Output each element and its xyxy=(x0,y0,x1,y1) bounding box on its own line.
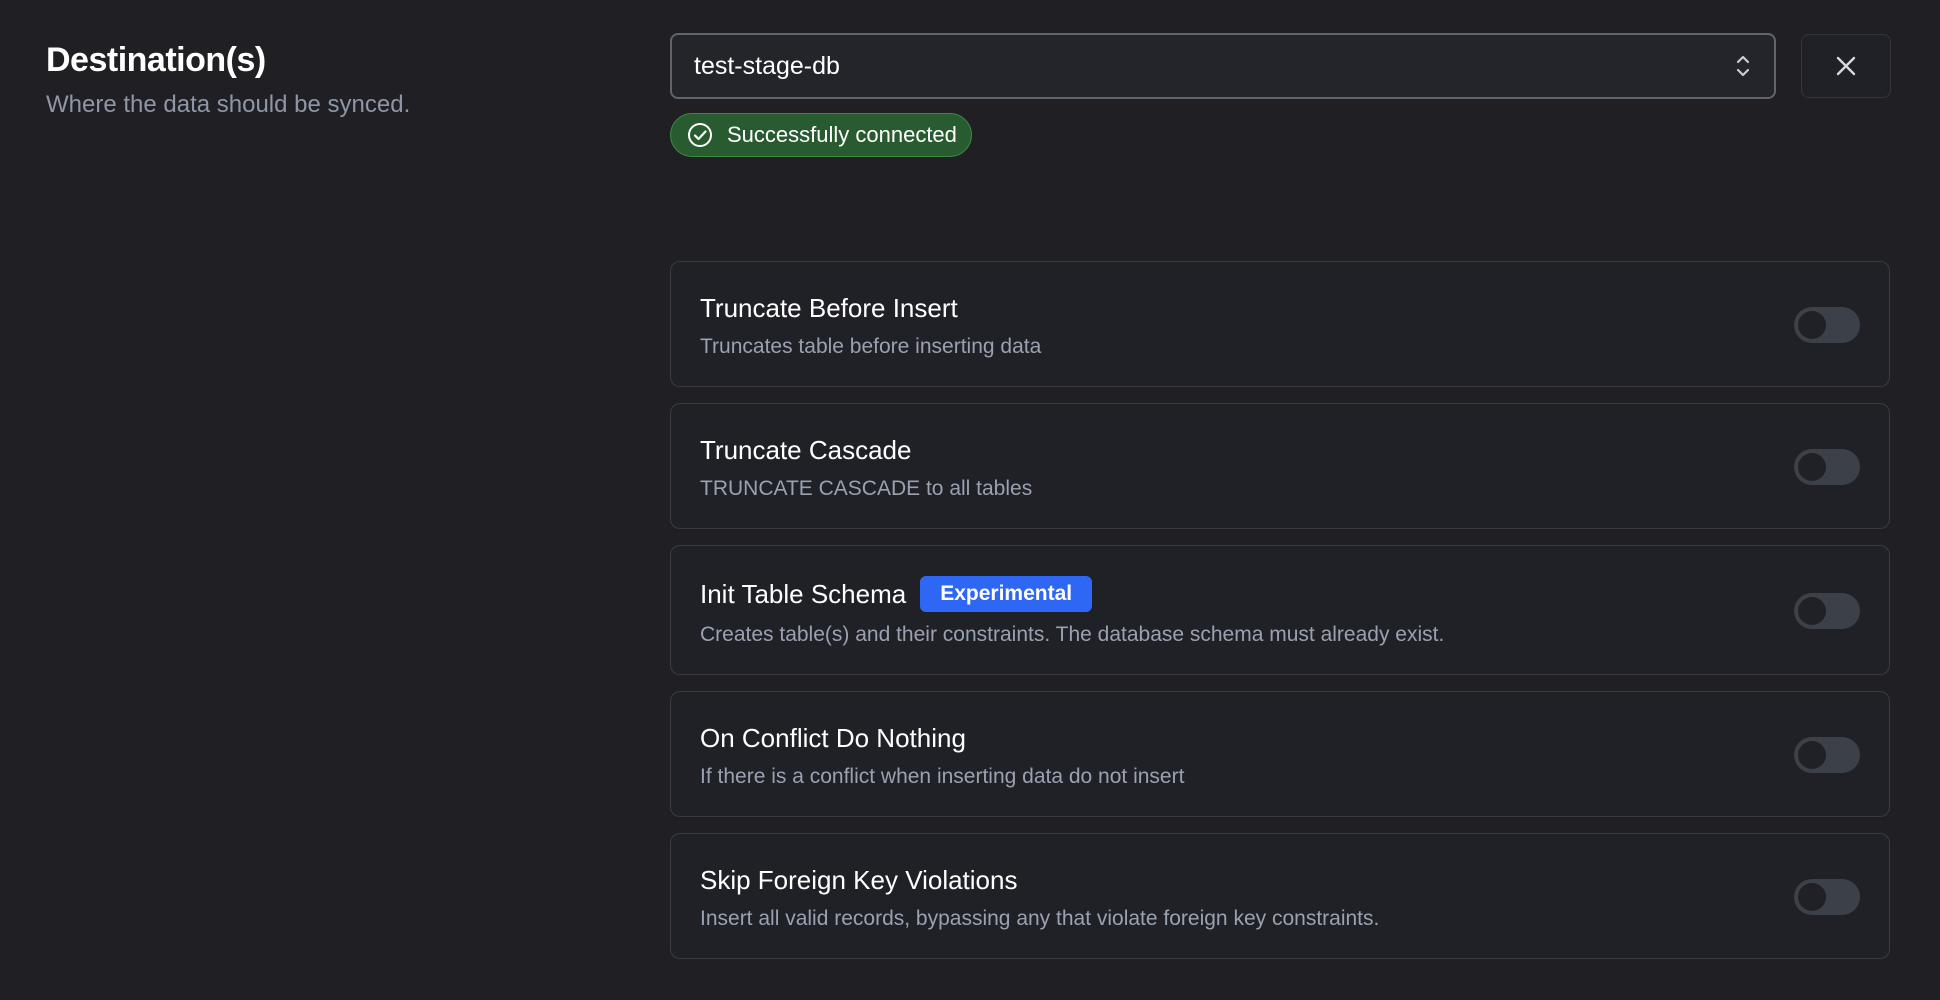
setting-card-skip-foreign-key-violations: Skip Foreign Key Violations Insert all v… xyxy=(670,833,1890,959)
connection-status-text: Successfully connected xyxy=(727,122,957,147)
destination-settings-page: Destination(s) Where the data should be … xyxy=(0,0,1940,1000)
chevron-up-down-icon xyxy=(1736,55,1750,77)
connection-status-badge: Successfully connected xyxy=(670,113,972,157)
setting-card-init-table-schema: Init Table Schema Experimental Creates t… xyxy=(670,545,1890,675)
setting-title-row: Truncate Before Insert xyxy=(700,292,1769,324)
setting-title-row: Truncate Cascade xyxy=(700,434,1769,466)
section-header: Destination(s) Where the data should be … xyxy=(46,38,606,120)
on-conflict-do-nothing-toggle[interactable] xyxy=(1794,737,1860,773)
setting-title-row: Init Table Schema Experimental xyxy=(700,576,1769,612)
skip-foreign-key-violations-toggle[interactable] xyxy=(1794,879,1860,915)
check-circle-icon xyxy=(688,123,712,147)
setting-description: Insert all valid records, bypassing any … xyxy=(700,907,1380,930)
init-table-schema-toggle[interactable] xyxy=(1794,593,1860,629)
setting-title: Truncate Before Insert xyxy=(700,293,958,323)
setting-text: Skip Foreign Key Violations Insert all v… xyxy=(700,864,1769,932)
setting-title: On Conflict Do Nothing xyxy=(700,723,966,753)
setting-title: Truncate Cascade xyxy=(700,435,912,465)
setting-title: Skip Foreign Key Violations xyxy=(700,865,1018,895)
truncate-before-insert-toggle[interactable] xyxy=(1794,307,1860,343)
toggle-knob xyxy=(1798,453,1826,481)
setting-card-on-conflict-do-nothing: On Conflict Do Nothing If there is a con… xyxy=(670,691,1890,817)
setting-text: On Conflict Do Nothing If there is a con… xyxy=(700,722,1769,790)
setting-description: Creates table(s) and their constraints. … xyxy=(700,623,1445,646)
destination-select[interactable]: test-stage-db xyxy=(670,33,1776,99)
destination-options-list: Truncate Before Insert Truncates table b… xyxy=(670,261,1890,975)
setting-card-truncate-cascade: Truncate Cascade TRUNCATE CASCADE to all… xyxy=(670,403,1890,529)
setting-text: Truncate Cascade TRUNCATE CASCADE to all… xyxy=(700,434,1769,502)
setting-description: If there is a conflict when inserting da… xyxy=(700,765,1185,788)
toggle-knob xyxy=(1798,741,1826,769)
setting-text: Truncate Before Insert Truncates table b… xyxy=(700,292,1769,360)
truncate-cascade-toggle[interactable] xyxy=(1794,449,1860,485)
toggle-knob xyxy=(1798,311,1826,339)
destination-row: test-stage-db xyxy=(670,33,1891,99)
toggle-knob xyxy=(1798,597,1826,625)
remove-destination-button[interactable] xyxy=(1801,34,1891,98)
section-subtitle: Where the data should be synced. xyxy=(46,91,411,118)
destination-select-value: test-stage-db xyxy=(694,52,840,80)
setting-title-row: Skip Foreign Key Violations xyxy=(700,864,1769,896)
setting-description: TRUNCATE CASCADE to all tables xyxy=(700,477,1033,500)
close-icon xyxy=(1836,56,1856,76)
setting-text: Init Table Schema Experimental Creates t… xyxy=(700,576,1769,648)
setting-description: Truncates table before inserting data xyxy=(700,335,1042,358)
setting-title: Init Table Schema xyxy=(700,579,907,609)
section-title: Destination(s) xyxy=(46,41,266,79)
setting-card-truncate-before-insert: Truncate Before Insert Truncates table b… xyxy=(670,261,1890,387)
experimental-badge: Experimental xyxy=(920,576,1093,612)
toggle-knob xyxy=(1798,883,1826,911)
setting-title-row: On Conflict Do Nothing xyxy=(700,722,1769,754)
